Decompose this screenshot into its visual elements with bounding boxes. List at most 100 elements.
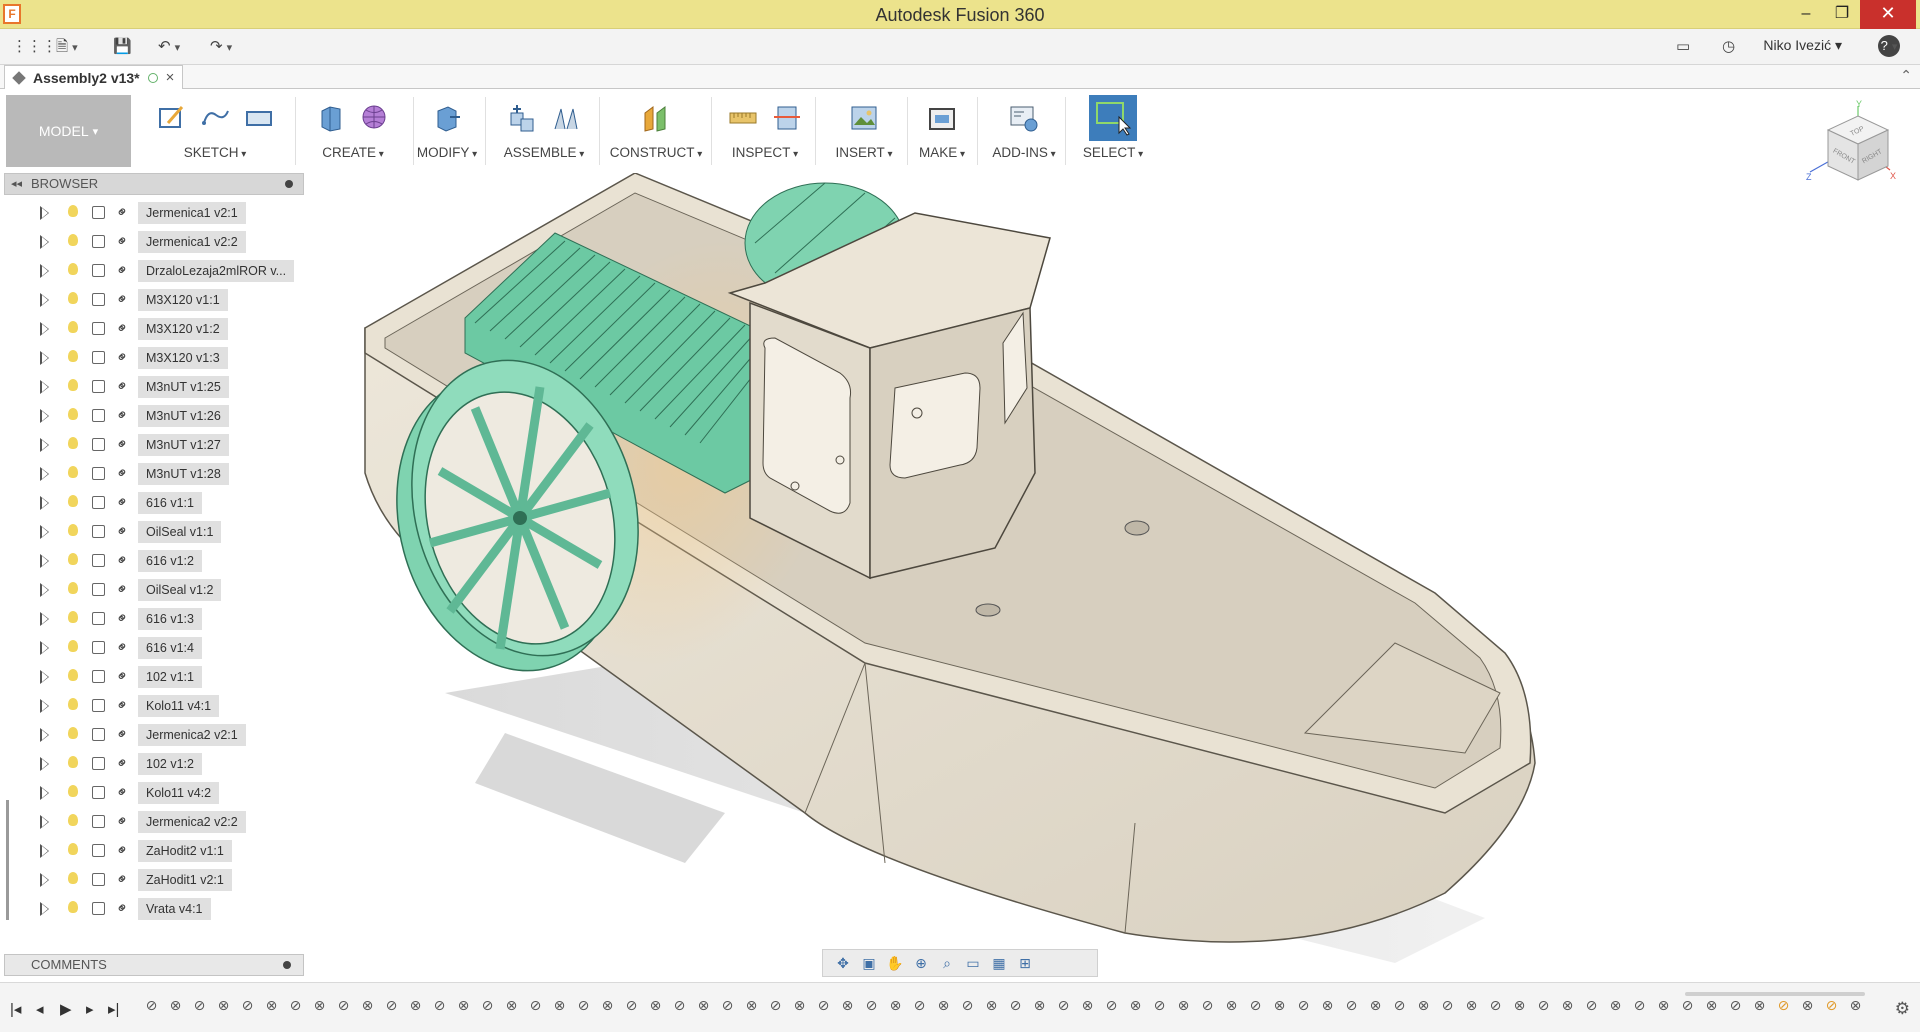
- browser-item-label[interactable]: Jermenica2 v2:1: [138, 724, 246, 746]
- expand-arrow-icon[interactable]: [40, 438, 49, 452]
- timeline-joint-marker[interactable]: ⊗: [310, 997, 334, 1014]
- expand-arrow-icon[interactable]: [40, 902, 49, 916]
- component-box-icon[interactable]: [92, 351, 105, 364]
- timeline-joint-marker[interactable]: ⊗: [1846, 997, 1870, 1014]
- redo-icon[interactable]: ↷: [210, 35, 232, 59]
- timeline-joint-marker[interactable]: ⊗: [742, 997, 766, 1014]
- browser-item-label[interactable]: M3X120 v1:3: [138, 347, 228, 369]
- timeline-joint-marker[interactable]: ⊘: [1582, 997, 1606, 1014]
- browser-item-label[interactable]: OilSeal v1:2: [138, 579, 222, 601]
- select-icon[interactable]: [1089, 95, 1137, 141]
- visibility-bulb-icon[interactable]: [68, 350, 78, 362]
- timeline-joint-marker[interactable]: ⊘: [1102, 997, 1126, 1014]
- timeline-joint-marker[interactable]: ⊘: [142, 997, 166, 1014]
- component-box-icon[interactable]: [92, 641, 105, 654]
- undo-icon[interactable]: ↶: [158, 35, 180, 59]
- browser-item-label[interactable]: ZaHodit1 v2:1: [138, 869, 232, 891]
- browser-item[interactable]: ⚭ DrzaloLezaja2mlROR v...: [4, 257, 304, 286]
- timeline-joint-marker[interactable]: ⊗: [598, 997, 622, 1014]
- component-box-icon[interactable]: [92, 699, 105, 712]
- timeline-back-icon[interactable]: ◂: [36, 1000, 44, 1018]
- offset-plane-icon[interactable]: [641, 103, 671, 133]
- create-sketch-icon[interactable]: [156, 103, 186, 133]
- timeline-joint-marker[interactable]: ⊗: [454, 997, 478, 1014]
- browser-item-label[interactable]: 102 v1:2: [138, 753, 202, 775]
- timeline-joint-marker[interactable]: ⊘: [862, 997, 886, 1014]
- timeline-joint-marker[interactable]: ⊘: [958, 997, 982, 1014]
- expand-arrow-icon[interactable]: [40, 815, 49, 829]
- timeline-joint-marker[interactable]: ⊗: [1606, 997, 1630, 1014]
- browser-item[interactable]: ⚭ 616 v1:4: [4, 634, 304, 663]
- visibility-bulb-icon[interactable]: [68, 553, 78, 565]
- component-box-icon[interactable]: [92, 264, 105, 277]
- expand-arrow-icon[interactable]: [40, 583, 49, 597]
- browser-item-label[interactable]: DrzaloLezaja2mlROR v...: [138, 260, 295, 282]
- component-box-icon[interactable]: [92, 815, 105, 828]
- timeline-scrollbar[interactable]: [1685, 992, 1865, 996]
- make-group[interactable]: MAKE: [912, 95, 978, 167]
- expand-arrow-icon[interactable]: [40, 786, 49, 800]
- timeline-joint-marker[interactable]: ⊗: [1318, 997, 1342, 1014]
- joint-icon[interactable]: [551, 103, 581, 133]
- component-box-icon[interactable]: [92, 293, 105, 306]
- expand-arrow-icon[interactable]: [40, 525, 49, 539]
- 3d-viewport[interactable]: [305, 173, 1920, 983]
- grid-icon[interactable]: ▦: [989, 955, 1009, 971]
- browser-item-label[interactable]: 616 v1:1: [138, 492, 202, 514]
- measure-icon[interactable]: [728, 103, 758, 133]
- timeline-joint-marker[interactable]: ⊗: [1654, 997, 1678, 1014]
- document-tab[interactable]: Assembly2 v13* ×: [4, 65, 184, 89]
- browser-item-label[interactable]: M3X120 v1:1: [138, 289, 228, 311]
- zoom-icon[interactable]: ⊕: [911, 955, 931, 971]
- scripts-addins-icon[interactable]: [1009, 103, 1039, 133]
- browser-item[interactable]: ⚭ Vrata v4:1: [4, 895, 304, 924]
- timeline-joint-marker[interactable]: ⊘: [670, 997, 694, 1014]
- timeline-joint-marker[interactable]: ⊗: [214, 997, 238, 1014]
- timeline-joint-marker[interactable]: ⊘: [1438, 997, 1462, 1014]
- component-box-icon[interactable]: [92, 380, 105, 393]
- timeline-joint-marker[interactable]: ⊘: [238, 997, 262, 1014]
- timeline-joint-marker[interactable]: ⊘: [622, 997, 646, 1014]
- expand-arrow-icon[interactable]: [40, 264, 49, 278]
- browser-item-label[interactable]: M3nUT v1:27: [138, 434, 229, 456]
- browser-item[interactable]: ⚭ Kolo11 v4:2: [4, 779, 304, 808]
- timeline-joint-marker[interactable]: ⊘: [526, 997, 550, 1014]
- timeline-joint-marker[interactable]: ⊗: [838, 997, 862, 1014]
- expand-arrow-icon[interactable]: [40, 293, 49, 307]
- 3d-print-icon[interactable]: [927, 103, 957, 133]
- visibility-bulb-icon[interactable]: [68, 234, 78, 246]
- timeline-joint-marker[interactable]: ⊗: [790, 997, 814, 1014]
- browser-item[interactable]: ⚭ Jermenica1 v2:2: [4, 228, 304, 257]
- component-box-icon[interactable]: [92, 728, 105, 741]
- visibility-bulb-icon[interactable]: [68, 495, 78, 507]
- component-box-icon[interactable]: [92, 670, 105, 683]
- extrude-icon[interactable]: [316, 103, 346, 133]
- browser-item[interactable]: ⚭ M3X120 v1:2: [4, 315, 304, 344]
- timeline-joint-marker[interactable]: ⊗: [1558, 997, 1582, 1014]
- timeline-joint-marker[interactable]: ⊘: [1054, 997, 1078, 1014]
- component-box-icon[interactable]: [92, 757, 105, 770]
- save-icon[interactable]: 💾: [113, 35, 132, 59]
- browser-item[interactable]: ⚭ M3X120 v1:3: [4, 344, 304, 373]
- browser-item[interactable]: ⚭ 616 v1:3: [4, 605, 304, 634]
- timeline-joint-marker[interactable]: ⊗: [1414, 997, 1438, 1014]
- timeline-joint-marker[interactable]: ⊗: [1078, 997, 1102, 1014]
- expand-arrow-icon[interactable]: [40, 380, 49, 394]
- timeline-joint-marker[interactable]: ⊗: [1366, 997, 1390, 1014]
- inspect-menu[interactable]: INSPECT: [720, 145, 810, 160]
- component-box-icon[interactable]: [92, 554, 105, 567]
- timeline-joint-marker[interactable]: ⊗: [1750, 997, 1774, 1014]
- visibility-bulb-icon[interactable]: [68, 263, 78, 275]
- browser-item-label[interactable]: M3nUT v1:28: [138, 463, 229, 485]
- visibility-bulb-icon[interactable]: [68, 756, 78, 768]
- component-box-icon[interactable]: [92, 786, 105, 799]
- browser-item[interactable]: ⚭ Jermenica1 v2:1: [4, 199, 304, 228]
- timeline-joint-marker[interactable]: ⊗: [1798, 997, 1822, 1014]
- component-box-icon[interactable]: [92, 206, 105, 219]
- component-box-icon[interactable]: [92, 583, 105, 596]
- timeline-joint-marker[interactable]: ⊗: [406, 997, 430, 1014]
- timeline-joint-marker[interactable]: ⊗: [1222, 997, 1246, 1014]
- timeline-joint-marker[interactable]: ⊘: [1822, 997, 1846, 1014]
- browser-item-label[interactable]: 616 v1:4: [138, 637, 202, 659]
- visibility-bulb-icon[interactable]: [68, 437, 78, 449]
